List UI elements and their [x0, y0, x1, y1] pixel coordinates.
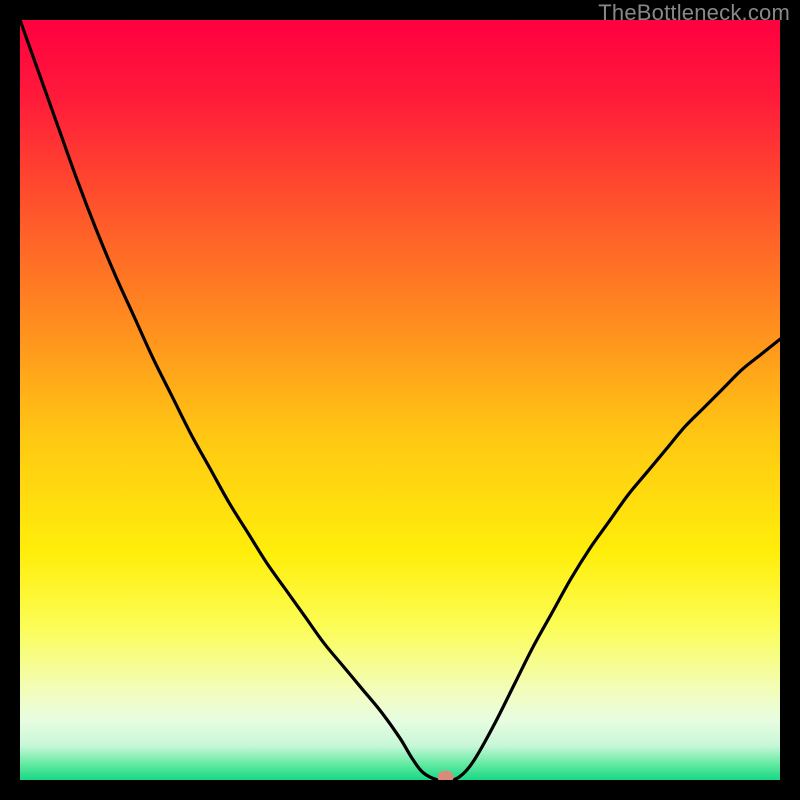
bottleneck-chart [20, 20, 780, 780]
gradient-background [20, 20, 780, 780]
attribution-label: TheBottleneck.com [598, 0, 790, 26]
plot-area [20, 20, 780, 780]
chart-frame: TheBottleneck.com [0, 0, 800, 800]
